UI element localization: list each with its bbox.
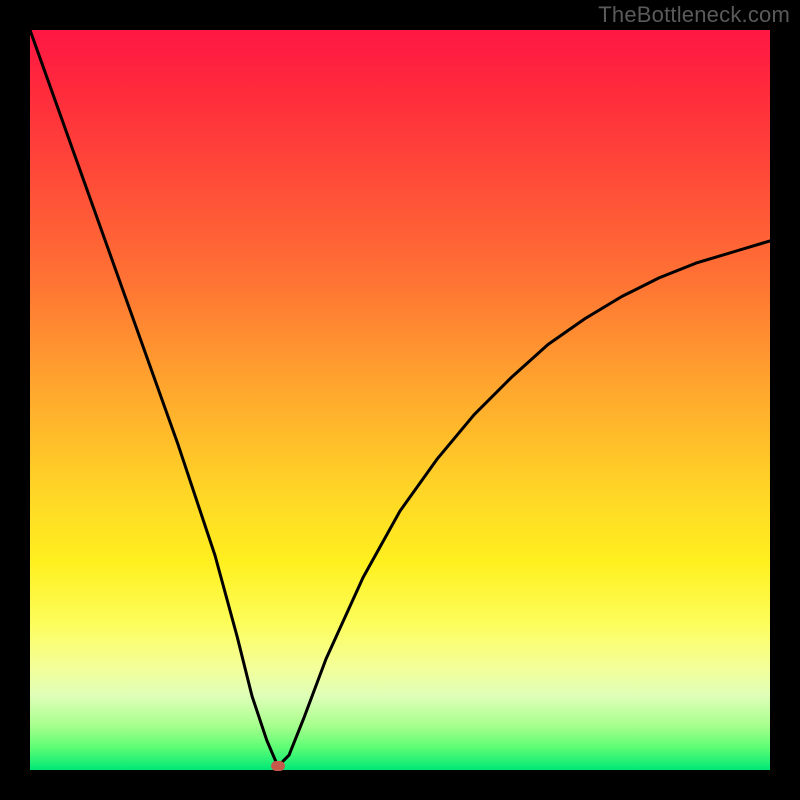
watermark-text: TheBottleneck.com: [598, 2, 790, 28]
chart-frame: TheBottleneck.com: [0, 0, 800, 800]
curve-svg: [30, 30, 770, 770]
bottleneck-marker: [271, 761, 285, 771]
plot-area: [30, 30, 770, 770]
bottleneck-curve: [30, 30, 770, 766]
